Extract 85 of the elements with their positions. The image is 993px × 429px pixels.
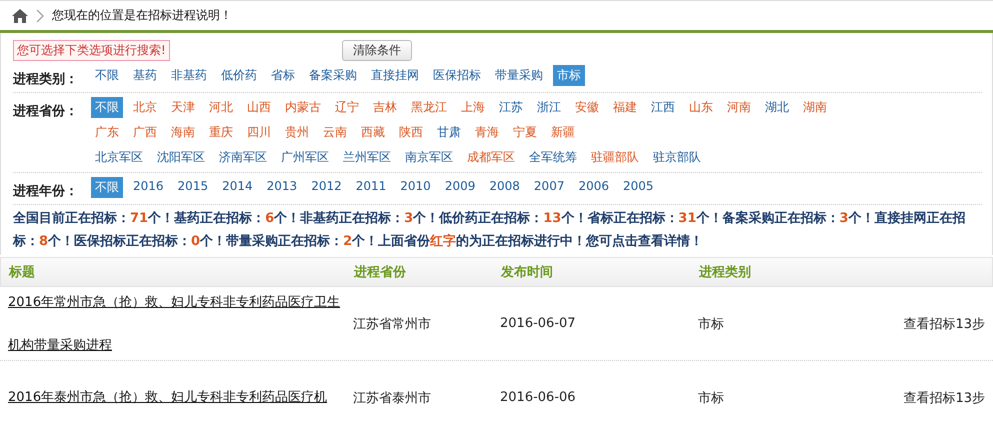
filter-option[interactable]: 辽宁	[331, 97, 363, 118]
filter-option[interactable]: 沈阳军区	[153, 147, 209, 168]
date-cell-text: 2016-06-06	[500, 390, 577, 405]
title-link[interactable]: 2016年泰州市急（抢）救、妇儿专科非专利药品医疗机	[0, 376, 353, 419]
filter-option[interactable]: 济南军区	[215, 147, 271, 168]
filter-option[interactable]: 省标	[267, 65, 299, 86]
filter-option[interactable]: 内蒙古	[281, 97, 325, 118]
bidding-summary: 全国目前正在招标：71个！基药正在招标：6个！非基药正在招标：3个！低价药正在招标：13个！省标正在招标：31个！备案采购正在招标：3个！直接挂网正在招标：8个！医保招标正在招标：0个！带量采购正在招标：2个！上面省份红字的为正在招标进行中！您可点击查看详情！	[13, 210, 966, 251]
filter-option[interactable]: 天津	[167, 97, 199, 118]
province-cell-text: 江苏省常州市	[353, 316, 432, 332]
filter-option[interactable]: 医保招标	[429, 65, 485, 86]
filter-option[interactable]: 驻京部队	[649, 147, 705, 168]
filter-option[interactable]: 2015	[174, 177, 212, 198]
column-header: 进程省份	[354, 264, 407, 281]
filter-option[interactable]: 山东	[685, 97, 717, 118]
filter-label: 进程省份：	[13, 103, 79, 120]
filter-option[interactable]: 2014	[218, 177, 257, 198]
filter-option[interactable]: 不限	[91, 65, 123, 86]
filter-option[interactable]: 山西	[243, 97, 275, 118]
filter-option[interactable]: 吉林	[369, 97, 401, 118]
filter-option[interactable]: 安徽	[571, 97, 603, 118]
filter-option[interactable]: 黑龙江	[407, 97, 451, 118]
filter-option[interactable]: 非基药	[167, 65, 211, 86]
filter-option[interactable]: 基药	[129, 65, 161, 86]
type-cell-text: 市标	[698, 390, 725, 406]
column-header: 标题	[8, 264, 36, 281]
type-cell-text: 市标	[698, 316, 725, 332]
filter-option[interactable]: 河北	[205, 97, 237, 118]
filter-option[interactable]: 2011	[352, 177, 390, 198]
filter-option[interactable]: 广州军区	[277, 147, 333, 168]
home-icon[interactable]	[12, 8, 28, 22]
filter-label: 进程类别：	[13, 71, 79, 88]
filter-option[interactable]: 湖南	[799, 97, 831, 118]
filter-option[interactable]: 2012	[307, 177, 346, 198]
filter-option[interactable]: 备案采购	[305, 65, 361, 86]
filter-option[interactable]: 云南	[319, 122, 351, 143]
date-cell-text: 2016-06-07	[500, 316, 577, 331]
filter-option[interactable]: 成都军区	[463, 147, 519, 168]
filter-option[interactable]: 北京	[129, 97, 161, 118]
column-header: 进程类别	[699, 264, 752, 281]
breadcrumb-text: 您现在的位置是在招标进程说明！	[52, 7, 232, 24]
filter-option[interactable]: 上海	[457, 97, 489, 118]
filter-option[interactable]: 浙江	[533, 97, 565, 118]
filter-option[interactable]: 2010	[396, 177, 435, 198]
filter-option[interactable]: 河南	[723, 97, 755, 118]
filter-option[interactable]: 四川	[243, 122, 275, 143]
filter-option[interactable]: 2016	[129, 177, 168, 198]
filter-option[interactable]: 广西	[129, 122, 161, 143]
filter-option[interactable]: 2013	[262, 177, 302, 198]
filter-option[interactable]: 江西	[647, 97, 679, 118]
filter-option[interactable]: 贵州	[281, 122, 313, 143]
filter-option[interactable]: 青海	[471, 122, 503, 143]
filter-option[interactable]: 直接挂网	[367, 65, 423, 86]
province-cell-text: 江苏省泰州市	[353, 390, 432, 406]
filter-label: 进程年份：	[13, 183, 79, 200]
filter-option[interactable]: 重庆	[205, 122, 237, 143]
filter-option[interactable]: 江苏	[495, 97, 527, 118]
filter-option[interactable]: 甘肃	[433, 122, 465, 143]
filter-option[interactable]: 湖北	[761, 97, 793, 118]
filter-option[interactable]: 2008	[485, 177, 524, 198]
filter-option[interactable]: 兰州军区	[339, 147, 395, 168]
filter-option[interactable]: 全军统筹	[525, 147, 581, 168]
filter-option[interactable]: 2005	[619, 177, 658, 198]
filter-option[interactable]: 北京军区	[91, 147, 147, 168]
filter-option[interactable]: 海南	[167, 122, 199, 143]
filter-option[interactable]: 2006	[574, 177, 614, 198]
filter-option[interactable]: 2009	[440, 177, 480, 198]
filter-option[interactable]: 宁夏	[509, 122, 541, 143]
steps-link[interactable]: 查看招标13步	[903, 388, 993, 406]
clear-button[interactable]: 清除条件	[342, 40, 412, 60]
filter-option[interactable]: 南京军区	[401, 147, 457, 168]
filter-option[interactable]: 福建	[609, 97, 641, 118]
filter-option[interactable]: 西藏	[357, 122, 389, 143]
search-hint: 您可选择下类选项进行搜索!	[13, 40, 170, 60]
filter-option[interactable]: 2007	[530, 177, 568, 198]
filter-option[interactable]: 新疆	[547, 122, 579, 143]
steps-link[interactable]: 查看招标13步	[903, 314, 993, 332]
chevron-icon	[36, 8, 44, 22]
filter-option[interactable]: 低价药	[217, 65, 261, 86]
title-link[interactable]: 2016年常州市急（抢）救、妇儿专科非专利药品医疗卫生机构带量采购进程	[0, 280, 353, 366]
column-header: 发布时间	[501, 264, 554, 281]
filter-option[interactable]: 带量采购	[491, 65, 547, 86]
filter-option[interactable]: 陕西	[395, 122, 427, 143]
filter-option[interactable]: 广东	[91, 122, 123, 143]
filter-option[interactable]: 驻疆部队	[587, 147, 643, 168]
